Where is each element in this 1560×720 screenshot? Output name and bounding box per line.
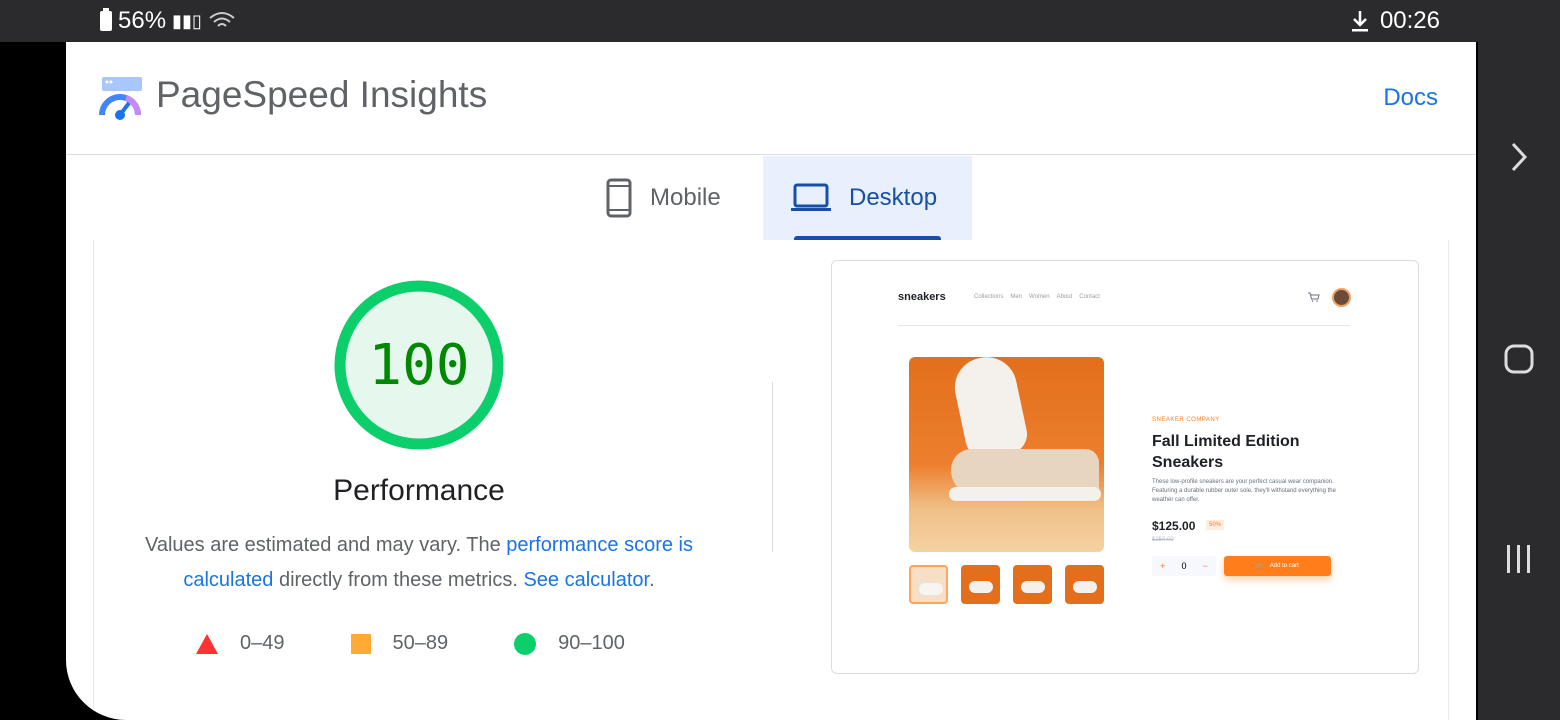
shot-description: These low-profile sneakers are your perf… <box>1152 479 1336 503</box>
shot-header-rule <box>898 325 1350 326</box>
shot-nav-item: Women <box>1029 294 1050 300</box>
shot-nav-item: About <box>1056 294 1073 300</box>
shot-qty-value: 0 <box>1181 561 1187 571</box>
desc-text-3: . <box>649 569 655 591</box>
chevron-right-icon[interactable] <box>1496 134 1542 180</box>
score-legend: 0–49 50–89 90–100 <box>196 632 691 655</box>
shot-nav-item: Contact <box>1079 294 1100 300</box>
cart-icon <box>1308 292 1320 302</box>
vertical-divider <box>772 382 773 552</box>
status-bar: 56% ▮▮▯ 00:26 <box>0 0 1478 42</box>
shot-nav-item: Men <box>1010 294 1023 300</box>
shot-old-price: $250.00 <box>1152 537 1174 543</box>
red-triangle-icon <box>196 633 218 654</box>
thumbnail-4 <box>1065 565 1104 604</box>
shoe-upper <box>949 357 1031 463</box>
shot-discount-badge: 50% <box>1206 520 1225 530</box>
desc-text-1: Values are estimated and may vary. The <box>144 534 507 556</box>
thumbnail-3 <box>1013 565 1052 604</box>
tab-mobile[interactable]: Mobile <box>578 156 749 240</box>
tab-desktop-label: Desktop <box>849 184 938 211</box>
thumbnail-2 <box>961 565 1000 604</box>
laptop-icon <box>791 183 831 211</box>
avatar <box>1332 288 1351 307</box>
shot-price: $125.00 <box>1152 519 1196 533</box>
signal-icon: ▮▮▯ <box>172 10 202 31</box>
shot-company: SNEAKER COMPANY <box>1152 417 1220 423</box>
tab-mobile-label: Mobile <box>650 184 721 211</box>
card-border-right <box>1448 240 1449 720</box>
shot-quantity-stepper: + 0 − <box>1152 556 1216 576</box>
thumbnail-1 <box>909 565 948 604</box>
shot-nav-item: Collections <box>974 294 1004 300</box>
shot-nav: Collections Men Women About Contact <box>974 294 1100 300</box>
home-button-icon[interactable] <box>1496 336 1542 382</box>
status-left: 56% ▮▮▯ <box>100 7 236 35</box>
app-title: PageSpeed Insights <box>156 74 488 115</box>
performance-title: Performance <box>333 474 505 507</box>
performance-score: 100 <box>368 332 470 398</box>
shoe-sole <box>949 487 1101 501</box>
see-calculator-link[interactable]: See calculator <box>523 569 649 591</box>
system-nav-bar <box>1478 0 1560 720</box>
legend-pass: 90–100 <box>514 632 625 655</box>
orange-square-icon <box>350 633 371 654</box>
status-right: 00:26 <box>1350 7 1440 35</box>
legend-pass-range: 90–100 <box>558 632 625 654</box>
page-screenshot: sneakers Collections Men Women About Con… <box>831 260 1419 674</box>
legend-average-range: 50–89 <box>392 632 449 654</box>
performance-description: Values are estimated and may vary. The p… <box>116 528 722 598</box>
battery-icon <box>100 8 112 31</box>
shot-product-title: Fall Limited Edition Sneakers <box>1152 433 1300 471</box>
docs-link[interactable]: Docs <box>1383 84 1438 112</box>
legend-average: 50–89 <box>350 632 449 655</box>
battery-level: 56% <box>118 7 167 34</box>
legend-fail: 0–49 <box>196 632 285 655</box>
desc-text-2: directly from these metrics. <box>273 569 524 591</box>
shot-brand: sneakers <box>898 291 946 303</box>
download-icon <box>1351 11 1368 32</box>
phone-icon <box>606 178 632 218</box>
recents-button-icon[interactable] <box>1496 536 1542 582</box>
app-screen: PageSpeed Insights Docs Mobile Desktop 1… <box>66 42 1476 720</box>
app-header: PageSpeed Insights Docs <box>66 42 1476 155</box>
shot-add-to-cart-button: 🛒 Add to cart <box>1224 556 1331 576</box>
shot-qty-plus: − <box>1202 561 1208 571</box>
product-main-image <box>909 357 1104 552</box>
shot-qty-minus: + <box>1160 561 1166 571</box>
tab-active-indicator <box>794 236 941 240</box>
wifi-icon <box>209 12 235 27</box>
shot-add-to-cart-label: Add to cart <box>1269 563 1299 569</box>
clock: 00:26 <box>1379 7 1440 34</box>
legend-fail-range: 0–49 <box>240 632 285 654</box>
pagespeed-logo-icon <box>99 77 142 120</box>
product-thumbnails <box>909 565 1104 604</box>
tab-desktop[interactable]: Desktop <box>763 156 972 240</box>
device-tabs: Mobile Desktop <box>66 156 1476 240</box>
shot-cart-icon: 🛒 <box>1256 563 1264 570</box>
green-circle-icon <box>514 632 537 655</box>
